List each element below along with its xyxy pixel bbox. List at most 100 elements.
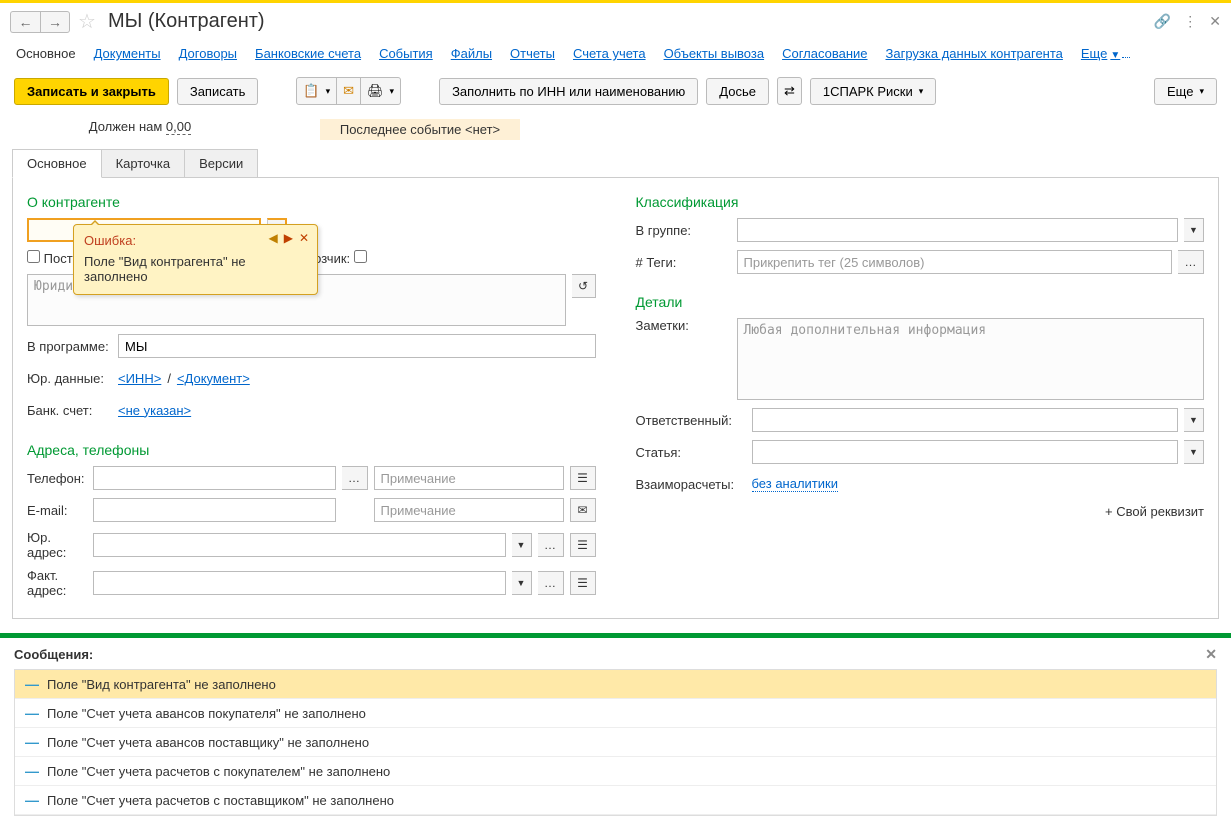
legal-addr-more-button[interactable]: … [538,533,564,557]
inn-link[interactable]: <ИНН> [118,371,161,386]
close-window-icon[interactable]: ✕ [1209,13,1221,30]
email-input[interactable] [93,498,336,522]
nav-forward-button[interactable]: → [40,11,70,33]
error-text: Поле "Вид контрагента" не заполнено [84,254,307,284]
nav-tab-accounts[interactable]: Счета учета [573,46,646,61]
nav-tab-more[interactable]: Еще▼ [1081,46,1130,61]
link-icon[interactable]: 🔗 [1154,13,1171,30]
error-next-icon[interactable]: ▶ [284,231,293,245]
message-item[interactable]: —Поле "Счет учета авансов покупателя" не… [15,699,1216,728]
message-item[interactable]: —Поле "Счет учета расчетов с покупателем… [15,757,1216,786]
article-dropdown[interactable]: ▼ [1184,440,1204,464]
name-history-button[interactable]: ↺ [572,274,596,298]
classification-section-title: Классификация [636,194,1205,210]
phone-list-button[interactable]: ☰ [570,466,596,490]
add-own-requisite-link[interactable]: + Свой реквизит [636,504,1205,519]
favorite-star-icon[interactable]: ☆ [78,9,96,34]
nav-tab-documents[interactable]: Документы [94,46,161,61]
owes-amount-link[interactable]: 0,00 [166,119,191,135]
supplier-checkbox[interactable] [27,250,40,263]
nav-tab-bank-accounts[interactable]: Банковские счета [255,46,361,61]
save-and-close-button[interactable]: Записать и закрыть [14,78,169,105]
messages-close-icon[interactable]: ✕ [1205,646,1217,663]
nav-tab-events[interactable]: События [379,46,433,61]
message-item[interactable]: —Поле "Счет учета расчетов с поставщиком… [15,786,1216,815]
fact-addr-input[interactable] [93,571,506,595]
carrier-checkbox[interactable] [354,250,367,263]
nav-tab-load-data[interactable]: Загрузка данных контрагента [886,46,1063,61]
page-title: МЫ (Контрагент) [108,10,265,33]
message-dash-icon: — [25,676,39,692]
message-dash-icon: — [25,705,39,721]
spark-risks-button[interactable]: 1СПАРК Риски▾ [810,78,936,105]
bank-account-link[interactable]: <не указан> [118,403,191,418]
fact-addr-list-button[interactable]: ☰ [570,571,596,595]
message-item[interactable]: —Поле "Счет учета авансов поставщику" не… [15,728,1216,757]
error-prev-icon[interactable]: ◀ [268,231,277,245]
error-popup: ◀ ▶ ✕ Ошибка: Поле "Вид контрагента" не … [73,224,318,295]
kebab-menu-icon[interactable]: ⋮ [1183,13,1197,30]
separator-bar [0,633,1231,638]
group-label: В группе: [636,223,731,238]
document-link[interactable]: <Документ> [177,371,250,386]
responsible-dropdown[interactable]: ▼ [1184,408,1204,432]
email-note-input[interactable] [374,498,564,522]
settlements-link[interactable]: без аналитики [752,476,838,492]
email-send-button[interactable]: ✉ [570,498,596,522]
message-dash-icon: — [25,792,39,808]
group-dropdown[interactable]: ▼ [1184,218,1204,242]
phone-note-input[interactable] [374,466,564,490]
message-item[interactable]: —Поле "Вид контрагента" не заполнено [15,670,1216,699]
legal-addr-label: Юр. адрес: [27,530,87,560]
nav-tab-files[interactable]: Файлы [451,46,492,61]
fact-addr-dropdown[interactable]: ▼ [512,571,532,595]
article-label: Статья: [636,445,746,460]
paste-button[interactable]: 📋▾ [296,77,337,105]
messages-title: Сообщения: [14,647,93,662]
print-button[interactable]: 🖨▾ [361,77,401,105]
tags-input[interactable] [737,250,1173,274]
details-section-title: Детали [636,294,1205,310]
dossier-button[interactable]: Досье [706,78,769,105]
save-button[interactable]: Записать [177,78,259,105]
article-input[interactable] [752,440,1179,464]
tags-more-button[interactable]: … [1178,250,1204,274]
mail-button[interactable]: ✉ [337,77,361,105]
nav-tab-reports[interactable]: Отчеты [510,46,555,61]
settlements-label: Взаиморасчеты: [636,477,746,492]
notes-label: Заметки: [636,318,731,333]
legal-addr-list-button[interactable]: ☰ [570,533,596,557]
message-dash-icon: — [25,734,39,750]
messages-list: —Поле "Вид контрагента" не заполнено —По… [14,669,1217,816]
email-label: E-mail: [27,503,87,518]
program-label: В программе: [27,339,112,354]
fill-by-inn-button[interactable]: Заполнить по ИНН или наименованию [439,78,698,105]
nav-tab-export-objects[interactable]: Объекты вывоза [664,46,765,61]
phone-more-button[interactable]: … [342,466,368,490]
legal-addr-dropdown[interactable]: ▼ [512,533,532,557]
notes-textarea[interactable] [737,318,1205,400]
nav-tab-approval[interactable]: Согласование [782,46,867,61]
contacts-section-title: Адреса, телефоны [27,442,596,458]
bank-account-label: Банк. счет: [27,403,112,418]
fact-addr-label: Факт. адрес: [27,568,87,598]
more-actions-button[interactable]: Еще▾ [1154,78,1217,105]
tab-card[interactable]: Карточка [102,149,185,178]
last-event-info: Последнее событие <нет> [320,119,520,140]
legal-data-label: Юр. данные: [27,371,112,386]
nav-back-button[interactable]: ← [10,11,40,33]
responsible-input[interactable] [752,408,1179,432]
compare-button[interactable]: ⇄ [777,77,802,105]
tab-main[interactable]: Основное [12,149,102,178]
about-section-title: О контрагенте [27,194,596,210]
group-input[interactable] [737,218,1179,242]
tab-versions[interactable]: Версии [185,149,258,178]
phone-input[interactable] [93,466,336,490]
nav-tab-main[interactable]: Основное [16,46,76,61]
nav-tab-contracts[interactable]: Договоры [179,46,237,61]
phone-label: Телефон: [27,471,87,486]
program-input[interactable] [118,334,596,358]
error-close-icon[interactable]: ✕ [299,231,309,245]
legal-addr-input[interactable] [93,533,506,557]
fact-addr-more-button[interactable]: … [538,571,564,595]
